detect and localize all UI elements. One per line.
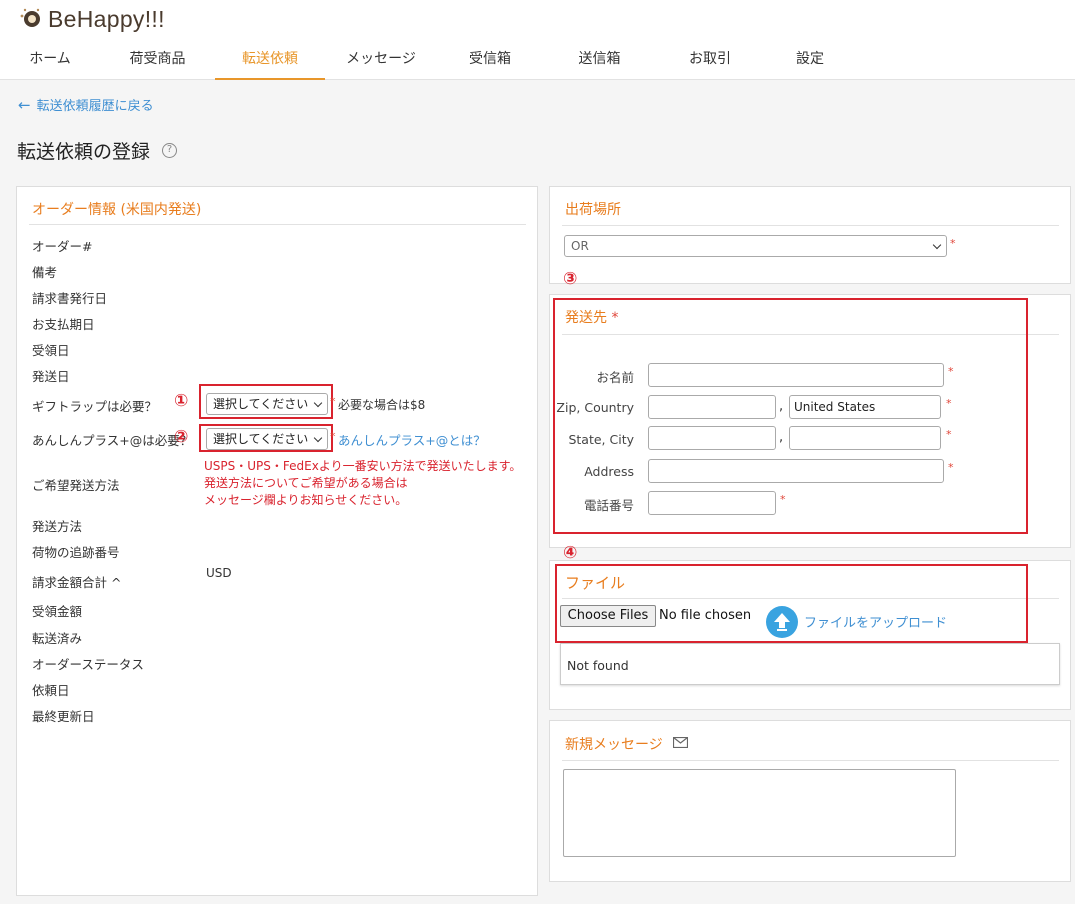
file-list-empty: Not found	[567, 658, 629, 673]
top-bar: BeHappy!!! ホーム 荷受商品 転送依頼 メッセージ 受信箱 送信箱 お取引 設定	[0, 0, 1075, 80]
page-title-text: 転送依頼の登録	[17, 141, 151, 163]
ship-from-select[interactable]: OR	[564, 235, 947, 257]
label-updated-date: 最終更新日	[32, 709, 95, 724]
nav-tab-0[interactable]: ホーム	[0, 40, 100, 80]
back-link[interactable]: ← 転送依頼履歴に戻る	[18, 95, 154, 115]
label-received-date: 受領日	[32, 343, 70, 358]
file-list-box: Not found	[560, 643, 1060, 685]
label-order-no: オーダー#	[32, 239, 93, 254]
shipping-note-line-2: 発送方法についてご希望がある場合は	[204, 476, 408, 490]
order-info-panel: オーダー情報 (米国内発送) オーダー# 備考 請求書発行日 お支払期日 受領日…	[16, 186, 538, 896]
nav-tab-6[interactable]: お取引	[656, 40, 764, 80]
annotation-box-4	[555, 564, 1028, 643]
message-textarea[interactable]	[563, 769, 956, 857]
ship-from-title: 出荷場所	[565, 202, 621, 218]
label-invoice-date: 請求書発行日	[32, 291, 108, 306]
page-title: 転送依頼の登録 ?	[17, 137, 178, 164]
shipping-note-line-3: メッセージ欄よりお知らせください。	[204, 493, 408, 507]
brand-name: BeHappy!!!	[48, 5, 165, 32]
label-gift-wrap: ギフトラップは必要？	[32, 399, 158, 414]
divider	[29, 224, 526, 225]
nav-tab-7[interactable]: 設定	[764, 40, 856, 80]
help-icon[interactable]: ?	[162, 143, 178, 158]
annotation-marker-1: ①	[174, 391, 189, 411]
nav-tab-5[interactable]: 送信箱	[543, 40, 656, 80]
label-tracking: 荷物の追跡番号	[32, 545, 120, 560]
label-remarks: 備考	[32, 265, 58, 280]
ship-from-panel: 出荷場所 OR *	[549, 186, 1071, 284]
gift-wrap-note: 必要な場合は$8	[338, 398, 426, 412]
order-panel-title: オーダー情報 (米国内発送)	[32, 202, 202, 218]
nav-tab-1[interactable]: 荷受商品	[100, 40, 215, 80]
label-received-amount: 受領金額	[32, 604, 83, 619]
brand-logo[interactable]: BeHappy!!!	[18, 4, 165, 34]
annotation-marker-3: ③	[563, 269, 578, 289]
label-request-date: 依頼日	[32, 683, 70, 698]
new-message-title-text: 新規メッセージ	[565, 737, 663, 753]
envelope-icon	[672, 736, 688, 752]
back-link-label: 転送依頼履歴に戻る	[36, 99, 154, 114]
nav-tab-4[interactable]: 受信箱	[437, 40, 543, 80]
nav-tab-2[interactable]: 転送依頼	[215, 40, 325, 80]
label-ship-method: 発送方法	[32, 519, 83, 534]
annotation-box-3	[553, 298, 1028, 534]
anshin-info-link[interactable]: あんしんプラス+@とは？	[338, 430, 486, 449]
currency-label: USD	[206, 566, 232, 580]
logo-icon	[18, 7, 42, 31]
required-mark: *	[950, 237, 956, 250]
anshin-select[interactable]: 選択してください	[206, 428, 328, 450]
nav-tab-3[interactable]: メッセージ	[325, 40, 437, 80]
label-forwarded: 転送済み	[32, 631, 83, 646]
divider	[562, 225, 1059, 226]
required-mark: *	[330, 430, 336, 443]
new-message-title: 新規メッセージ	[565, 734, 688, 754]
required-mark: *	[330, 395, 336, 408]
label-invoice-total[interactable]: 請求金額合計 ^	[32, 572, 121, 591]
gift-wrap-select[interactable]: 選択してください	[206, 393, 328, 415]
arrow-left-icon: ←	[18, 95, 31, 114]
label-preferred-method: ご希望発送方法	[32, 478, 120, 493]
main-nav: ホーム 荷受商品 転送依頼 メッセージ 受信箱 送信箱 お取引 設定	[0, 40, 856, 80]
label-due-date: お支払期日	[32, 317, 95, 332]
label-ship-date: 発送日	[32, 369, 70, 384]
annotation-marker-2: ②	[174, 427, 189, 447]
label-anshin: あんしんプラス+@は必要？	[32, 433, 193, 448]
new-message-panel: 新規メッセージ	[549, 720, 1071, 882]
label-order-status: オーダーステータス	[32, 657, 144, 672]
divider	[562, 760, 1059, 761]
shipping-note-line-1: USPS・UPS・FedExより一番安い方法で発送いたします。	[204, 459, 522, 473]
